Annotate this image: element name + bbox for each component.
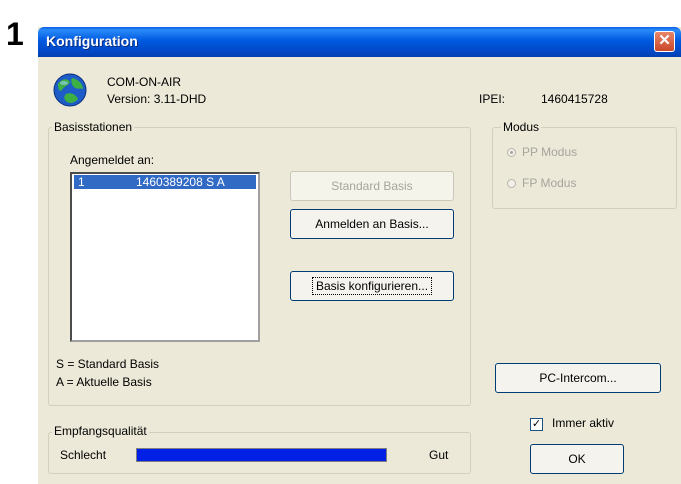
signal-quality-bar <box>136 448 387 462</box>
ok-label: OK <box>568 452 586 466</box>
ipei-label: IPEI: <box>479 92 506 106</box>
empfang-high-label: Gut <box>429 448 449 462</box>
pc-intercom-label: PC-Intercom... <box>539 371 617 385</box>
title-bar[interactable]: Konfiguration ✕ <box>38 27 681 57</box>
basisstationen-legend: Basisstationen <box>52 120 135 134</box>
standard-basis-label: Standard Basis <box>331 179 413 193</box>
radio-selected-icon <box>507 148 516 158</box>
konfigurieren-label: Basis konfigurieren... <box>311 277 433 295</box>
close-button[interactable]: ✕ <box>654 31 675 52</box>
ok-button[interactable]: OK <box>530 444 624 474</box>
pp-modus-radio[interactable]: PP Modus <box>507 145 577 159</box>
basis-konfigurieren-button[interactable]: Basis konfigurieren... <box>290 271 454 301</box>
list-item[interactable]: 1 1460389208 S A <box>74 175 256 189</box>
konfiguration-dialog: Konfiguration ✕ COM-ON-AIR Version: 3.11… <box>38 27 681 484</box>
empfang-low-label: Schlecht <box>60 448 107 462</box>
list-item-index: 1 <box>78 175 85 189</box>
standard-basis-button[interactable]: Standard Basis <box>290 171 454 201</box>
globe-icon <box>53 73 87 107</box>
radio-unselected-icon <box>507 179 516 189</box>
fp-modus-label: FP Modus <box>522 176 577 190</box>
anmelden-label: Anmelden an Basis... <box>315 217 429 231</box>
list-item-text: 1460389208 S A <box>136 175 225 189</box>
angemeldet-label: Angemeldet an: <box>70 153 155 167</box>
check-icon: ✓ <box>531 418 542 430</box>
app-version: Version: 3.11-DHD <box>107 92 207 106</box>
window-title: Konfiguration <box>46 33 138 49</box>
legend-aktuelle-basis: A = Aktuelle Basis <box>56 375 152 389</box>
signal-quality-fill <box>137 449 386 461</box>
close-icon: ✕ <box>658 32 671 49</box>
legend-standard-basis: S = Standard Basis <box>56 357 160 371</box>
empfang-legend: Empfangsqualität <box>52 424 149 438</box>
ipei-value: 1460415728 <box>541 92 608 106</box>
app-name: COM-ON-AIR <box>107 75 181 89</box>
fp-modus-radio[interactable]: FP Modus <box>507 176 576 190</box>
basis-listbox[interactable]: 1 1460389208 S A <box>70 172 260 342</box>
immer-aktiv-checkbox[interactable]: ✓ <box>530 418 543 431</box>
modus-legend: Modus <box>501 120 542 134</box>
pp-modus-label: PP Modus <box>522 145 578 159</box>
anmelden-button[interactable]: Anmelden an Basis... <box>290 209 454 239</box>
modus-group <box>492 127 677 209</box>
immer-aktiv-label: Immer aktiv <box>552 416 615 430</box>
pc-intercom-button[interactable]: PC-Intercom... <box>495 363 661 393</box>
step-number: 1 <box>6 16 24 52</box>
